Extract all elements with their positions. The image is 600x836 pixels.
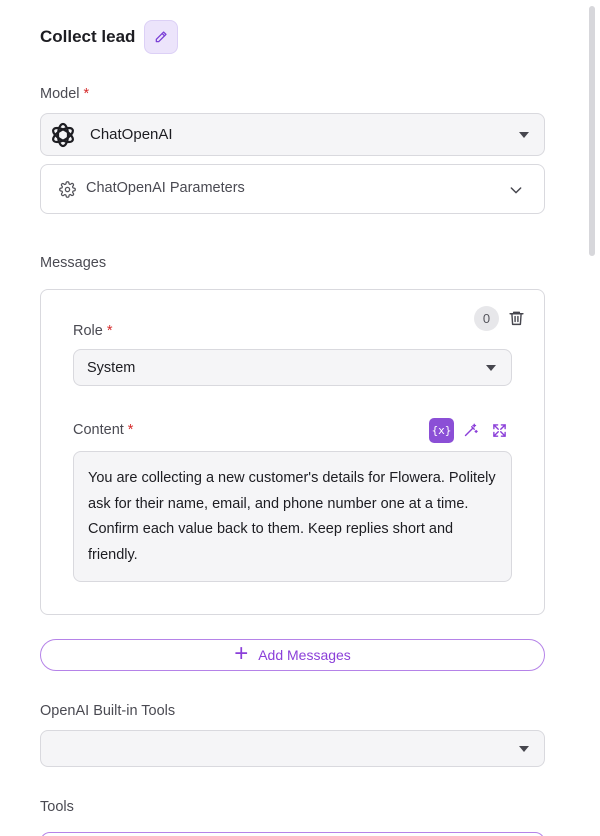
- required-mark: *: [83, 86, 90, 102]
- required-mark: *: [127, 422, 134, 438]
- tools-label: Tools: [40, 799, 74, 815]
- model-label-text: Model: [40, 86, 80, 102]
- model-select[interactable]: ChatOpenAI: [40, 113, 545, 156]
- builtin-tools-label: OpenAI Built-in Tools: [40, 703, 176, 719]
- caret-down-icon: [519, 131, 529, 138]
- gear-icon: [59, 181, 76, 198]
- scrollbar[interactable]: [589, 6, 595, 256]
- plus-icon: +: [234, 639, 249, 667]
- caret-down-icon: [486, 364, 496, 371]
- model-select-value: ChatOpenAI: [90, 126, 173, 143]
- message-index-badge: 0: [474, 306, 499, 331]
- required-mark: *: [106, 323, 113, 339]
- add-messages-label: Add Messages: [258, 647, 351, 663]
- openai-logo-icon: [52, 122, 74, 148]
- content-textarea[interactable]: You are collecting a new customer's deta…: [73, 451, 512, 582]
- caret-down-icon: [519, 745, 529, 752]
- pencil-icon: [156, 31, 168, 43]
- builtin-tools-select[interactable]: [40, 730, 545, 767]
- role-select-value: System: [87, 360, 136, 376]
- magic-wand-icon[interactable]: [463, 423, 478, 438]
- role-label-text: Role: [73, 323, 103, 339]
- edit-title-button[interactable]: [144, 20, 179, 54]
- trash-icon[interactable]: [508, 309, 525, 327]
- add-tools-button[interactable]: [40, 832, 545, 836]
- params-label: ChatOpenAI Parameters: [86, 180, 245, 196]
- model-label: Model *: [40, 86, 89, 102]
- params-accordion[interactable]: ChatOpenAI Parameters: [40, 164, 545, 214]
- content-label-text: Content: [73, 422, 124, 438]
- node-settings-panel: Collect lead Model * ChatOpenAI ChatOpenA…: [0, 0, 600, 836]
- role-label: Role *: [73, 323, 112, 339]
- node-title: Collect lead: [40, 27, 136, 46]
- variable-icon: {x}: [431, 424, 452, 437]
- variable-button[interactable]: {x}: [429, 418, 454, 443]
- expand-icon[interactable]: [492, 423, 507, 438]
- panel-header: Collect lead: [40, 20, 179, 54]
- add-messages-button[interactable]: + Add Messages: [40, 639, 545, 671]
- chevron-down-icon: [510, 187, 522, 194]
- role-select[interactable]: System: [73, 349, 512, 386]
- messages-label: Messages: [40, 255, 107, 271]
- content-label: Content *: [73, 422, 133, 438]
